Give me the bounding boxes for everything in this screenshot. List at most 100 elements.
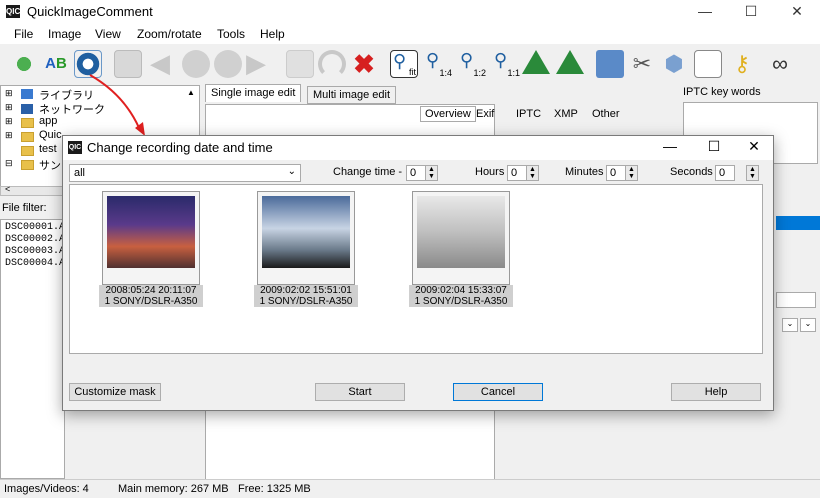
minutes-stepper[interactable]: ▲ ▼ (625, 165, 638, 181)
dialog-minimize-button[interactable]: — (655, 138, 685, 154)
tab-other[interactable]: Other (592, 108, 620, 120)
change-time-field[interactable]: 0 (406, 165, 426, 181)
menu-view[interactable]: View (95, 27, 121, 41)
file-item[interactable]: DSC00001.A (5, 222, 65, 233)
start-button[interactable]: Start (315, 383, 405, 401)
menu-help[interactable]: Help (260, 27, 285, 41)
tree-item-quic[interactable]: Quic (39, 129, 62, 141)
zoom-1-4-icon[interactable]: ⚲ 1:4 (424, 50, 452, 78)
expand-icon[interactable]: ⊞ (5, 102, 13, 113)
status-memory: Main memory: 267 MB (118, 483, 229, 495)
expand-icon[interactable]: ⊞ (5, 116, 13, 127)
side-input[interactable] (776, 292, 816, 308)
thumbnail-image (107, 196, 195, 268)
filter-select[interactable]: all ⌄ (69, 164, 301, 182)
change-time-label: Change time - (333, 166, 403, 178)
zoom-1-1-icon[interactable]: ⚲ 1:1 (492, 50, 520, 78)
last-icon: ▶ (246, 48, 266, 78)
thumbnail-caption: 2008:05:24 20:11:07 1 SONY/DSLR-A350 (99, 285, 203, 307)
zoom-1-2-icon[interactable]: ⚲ 1:2 (458, 50, 486, 78)
rotate-right-icon[interactable] (556, 50, 584, 74)
tab-exif[interactable]: Exif (476, 108, 494, 120)
tab-single-image-edit[interactable]: Single image edit (205, 84, 302, 102)
tag-icon[interactable]: ⬢ (660, 50, 688, 78)
hours-stepper[interactable]: ▲ ▼ (526, 165, 539, 181)
app-title: QuickImageComment (27, 4, 153, 19)
tab-overview[interactable]: Overview (420, 106, 476, 122)
help-button[interactable]: Help (671, 383, 761, 401)
seconds-stepper[interactable]: ▲ ▼ (746, 165, 759, 181)
dialog-title: Change recording date and time (87, 140, 273, 155)
refresh-icon[interactable] (10, 50, 38, 78)
dialog-title-bar: QIC Change recording date and time — ☐ ✕ (63, 136, 773, 160)
binoculars-icon[interactable]: ∞ (766, 50, 794, 78)
dialog-app-icon: QIC (68, 141, 82, 154)
status-free: Free: 1325 MB (238, 483, 311, 495)
folder-icon (21, 132, 34, 142)
folder-icon (21, 160, 34, 170)
thumbnail-image (262, 196, 350, 268)
file-filter-label: File filter: (2, 202, 47, 214)
customize-mask-button[interactable]: Customize mask (69, 383, 161, 401)
hours-field[interactable]: 0 (507, 165, 527, 181)
close-button[interactable]: ✕ (774, 0, 820, 24)
thumbnail[interactable] (412, 191, 510, 285)
network-icon (21, 104, 33, 114)
minutes-field[interactable]: 0 (606, 165, 626, 181)
dialog-maximize-button[interactable]: ☐ (699, 138, 729, 155)
thumbnail[interactable] (257, 191, 355, 285)
tree-item-test[interactable]: test (39, 143, 57, 155)
document-icon[interactable] (694, 50, 722, 78)
delete-icon[interactable]: ✖ (350, 50, 378, 78)
menu-zoom-rotate[interactable]: Zoom/rotate (137, 27, 202, 41)
expand-icon[interactable]: ⊞ (5, 130, 13, 141)
status-count: Images/Videos: 4 (4, 483, 89, 495)
rotate-icon (318, 50, 346, 78)
menu-image[interactable]: Image (48, 27, 81, 41)
rotate-left-icon[interactable] (522, 50, 550, 74)
folder-icon (21, 146, 34, 156)
library-icon (21, 89, 33, 99)
file-item[interactable]: DSC00003.A (5, 246, 65, 257)
tab-iptc[interactable]: IPTC (516, 108, 541, 120)
thumbnail[interactable] (102, 191, 200, 285)
selected-row[interactable] (776, 216, 820, 230)
tab-xmp[interactable]: XMP (554, 108, 578, 120)
previous-icon (182, 50, 210, 78)
maximize-button[interactable]: ☐ (728, 0, 774, 24)
seconds-label: Seconds (670, 166, 713, 178)
tree-item-sample[interactable]: サン (39, 157, 61, 173)
iptc-keywords-label: IPTC key words (683, 86, 761, 98)
thumbnail-image (417, 196, 505, 268)
tab-multi-image-edit[interactable]: Multi image edit (307, 86, 397, 104)
title-bar: QIC QuickImageComment — ☐ ✕ (0, 0, 820, 24)
minimize-button[interactable]: — (682, 0, 728, 24)
dialog-close-button[interactable]: ✕ (739, 138, 769, 155)
file-item[interactable]: DSC00002.A (5, 234, 65, 245)
menu-tools[interactable]: Tools (217, 27, 245, 41)
import-icon (286, 50, 314, 78)
menu-file[interactable]: File (14, 27, 33, 41)
chevron-down-icon[interactable]: ⌄ (800, 318, 816, 332)
key-icon[interactable]: ⚷ (728, 50, 756, 78)
spellcheck-icon[interactable]: AB (42, 50, 70, 78)
file-item[interactable]: DSC00004.A (5, 258, 65, 269)
thumbnail-area[interactable]: 2008:05:24 20:11:07 1 SONY/DSLR-A350 200… (69, 184, 763, 354)
chevron-down-icon: ⌄ (287, 166, 296, 177)
minutes-label: Minutes (565, 166, 604, 178)
tools-icon[interactable]: ✂ (628, 50, 656, 78)
file-list[interactable]: DSC00001.A DSC00002.A DSC00003.A DSC0000… (0, 219, 65, 479)
zoom-fit-icon[interactable]: ⚲ fit (390, 50, 418, 78)
settings-icon[interactable] (596, 50, 624, 78)
thumbnail-caption: 2009:02:04 15:33:07 1 SONY/DSLR-A350 (409, 285, 513, 307)
scroll-up-icon[interactable]: ▲ (187, 88, 195, 97)
change-date-dialog: QIC Change recording date and time — ☐ ✕… (62, 135, 774, 411)
cancel-button[interactable]: Cancel (453, 383, 543, 401)
tree-item-app[interactable]: app (39, 115, 57, 127)
expand-icon[interactable]: ⊟ (5, 158, 13, 169)
chevron-down-icon[interactable]: ⌄ (782, 318, 798, 332)
expand-icon[interactable]: ⊞ (5, 88, 13, 99)
change-time-stepper[interactable]: ▲ ▼ (425, 165, 438, 181)
status-bar: Images/Videos: 4 Main memory: 267 MB Fre… (0, 479, 820, 498)
seconds-field[interactable]: 0 (715, 165, 735, 181)
